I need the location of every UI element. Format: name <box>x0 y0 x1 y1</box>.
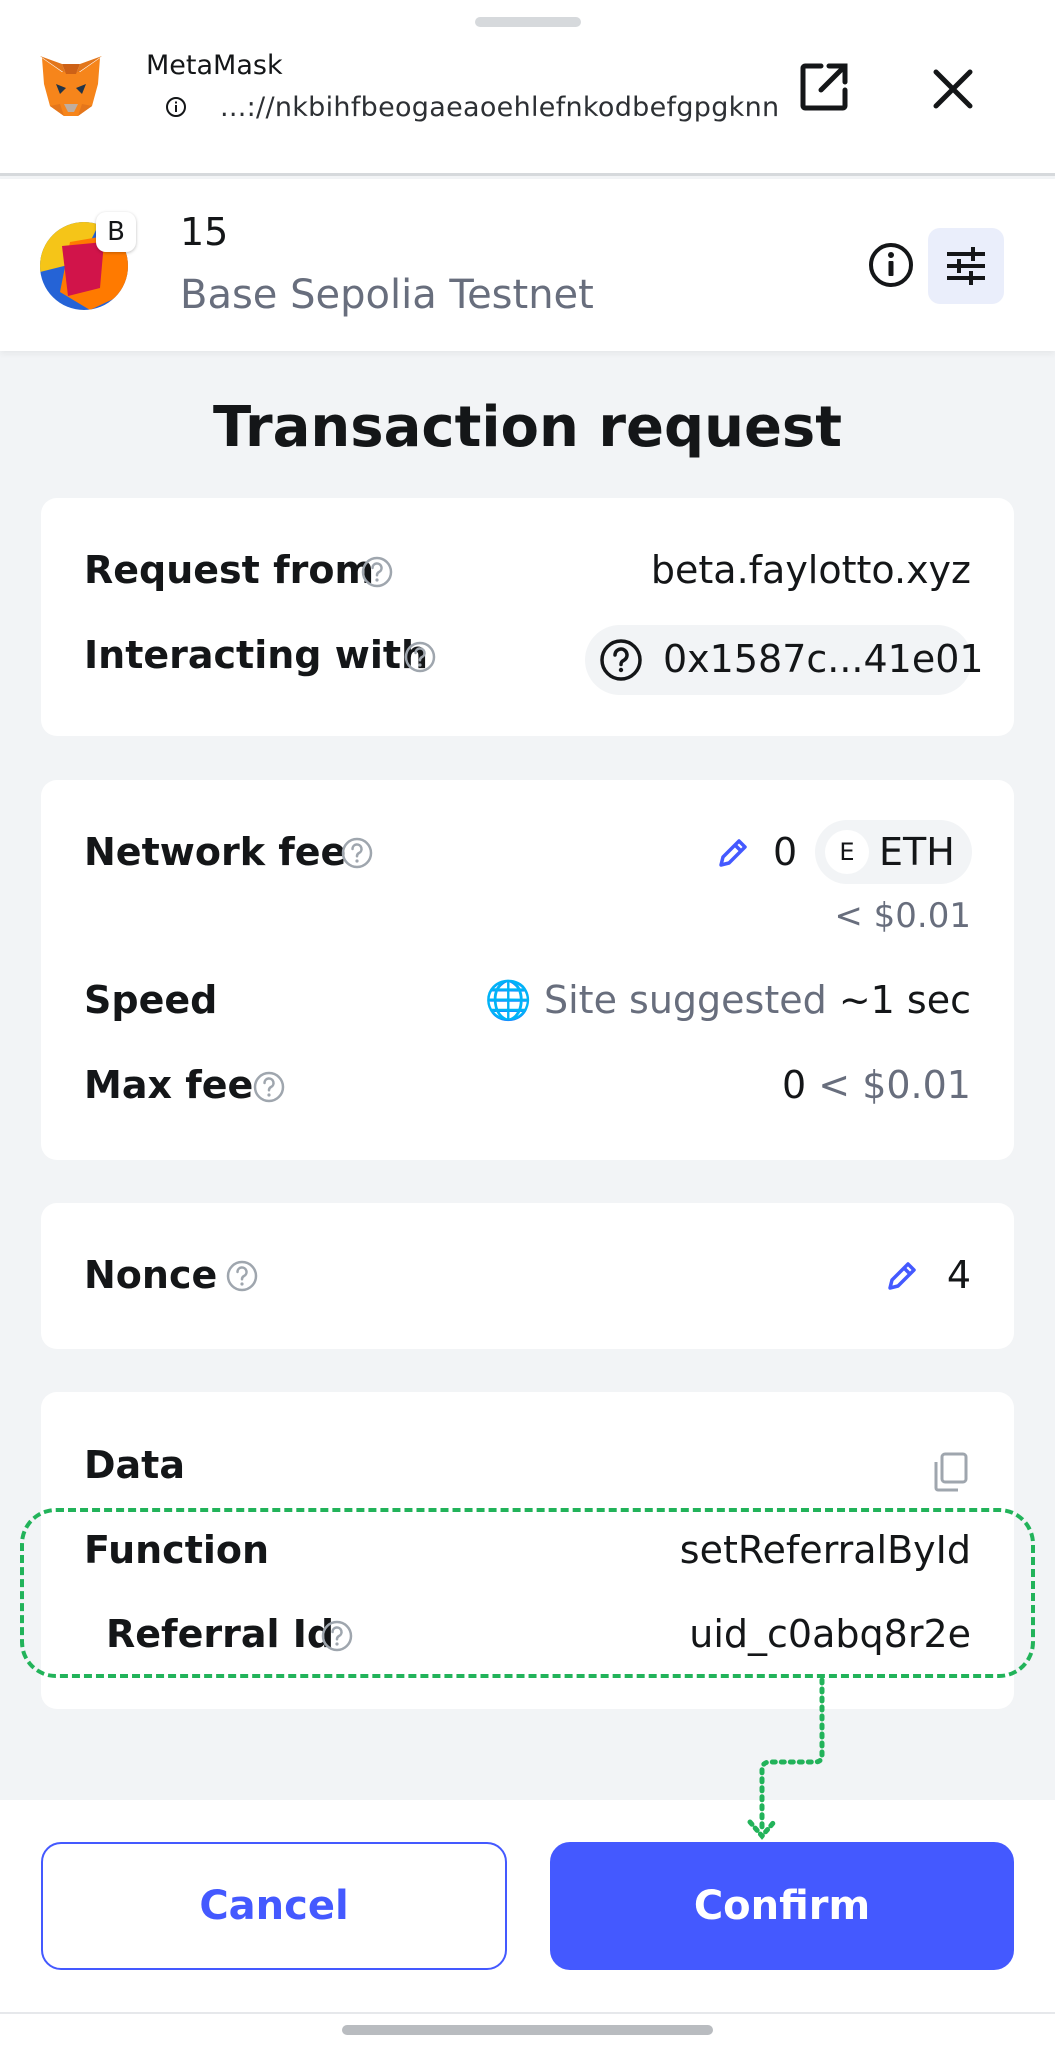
max-fee-label: Max fee <box>84 1063 254 1107</box>
network-fee-amount: 0 <box>773 830 798 874</box>
close-icon[interactable] <box>928 64 978 114</box>
site-url: ...://nkbihfbeogaeaoehlefnkodbefgpgknn <box>220 92 780 123</box>
request-from-label: Request from <box>84 548 375 592</box>
question-circle-icon <box>600 639 642 681</box>
page-title: Transaction request <box>212 395 843 460</box>
network-fee-label: Network fee <box>84 830 347 874</box>
open-external-icon[interactable] <box>797 60 851 114</box>
site-info-icon[interactable] <box>165 96 187 118</box>
highlight-dashed-box <box>20 1508 1035 1678</box>
edit-gas-pencil-icon[interactable] <box>715 835 751 871</box>
drag-handle[interactable] <box>475 17 581 27</box>
nonce-label: Nonce <box>84 1253 218 1297</box>
eth-token-icon: E <box>825 830 869 874</box>
copy-icon[interactable] <box>930 1450 970 1494</box>
speed-value[interactable]: 🌐 Site suggested ~1 sec <box>485 978 971 1023</box>
max-fee-fiat: < $0.01 <box>818 1063 971 1107</box>
max-fee-amount: 0 <box>782 1063 807 1107</box>
app-name: MetaMask <box>146 50 283 81</box>
help-icon[interactable] <box>403 640 437 674</box>
confirm-button[interactable]: Confirm <box>550 1842 1014 1970</box>
speed-time: ~1 sec <box>838 978 971 1022</box>
settings-sliders-icon <box>947 247 985 285</box>
token-pill: E ETH <box>815 820 972 884</box>
help-icon[interactable] <box>360 555 394 589</box>
help-icon[interactable] <box>340 836 374 870</box>
network-name: Base Sepolia Testnet <box>180 272 594 318</box>
account-name[interactable]: 15 <box>180 210 228 254</box>
metamask-fox-icon <box>40 56 102 116</box>
data-label: Data <box>84 1443 185 1487</box>
request-from-value: beta.faylotto.xyz <box>650 548 971 592</box>
help-icon[interactable] <box>252 1070 286 1104</box>
contract-address: 0x1587c...41e01 <box>663 637 984 681</box>
nonce-value: 4 <box>946 1253 971 1297</box>
contract-address-pill[interactable]: 0x1587c...41e01 <box>585 625 984 695</box>
home-indicator <box>342 2025 713 2035</box>
cancel-button[interactable]: Cancel <box>41 1842 507 1970</box>
help-icon[interactable] <box>225 1259 259 1293</box>
speed-label: Speed <box>84 978 218 1022</box>
advanced-details-button[interactable] <box>928 228 1004 304</box>
divider <box>0 2012 1055 2014</box>
network-badge: B <box>96 212 136 252</box>
token-symbol: ETH <box>879 830 955 874</box>
interacting-with-label: Interacting with <box>84 633 429 677</box>
request-card <box>41 498 1014 736</box>
max-fee-value: 0 < $0.01 <box>782 1063 971 1107</box>
speed-source: 🌐 Site suggested <box>484 978 827 1022</box>
edit-nonce-pencil-icon[interactable] <box>884 1258 920 1294</box>
info-icon[interactable] <box>866 240 916 290</box>
network-fee-fiat: < $0.01 <box>834 896 971 936</box>
